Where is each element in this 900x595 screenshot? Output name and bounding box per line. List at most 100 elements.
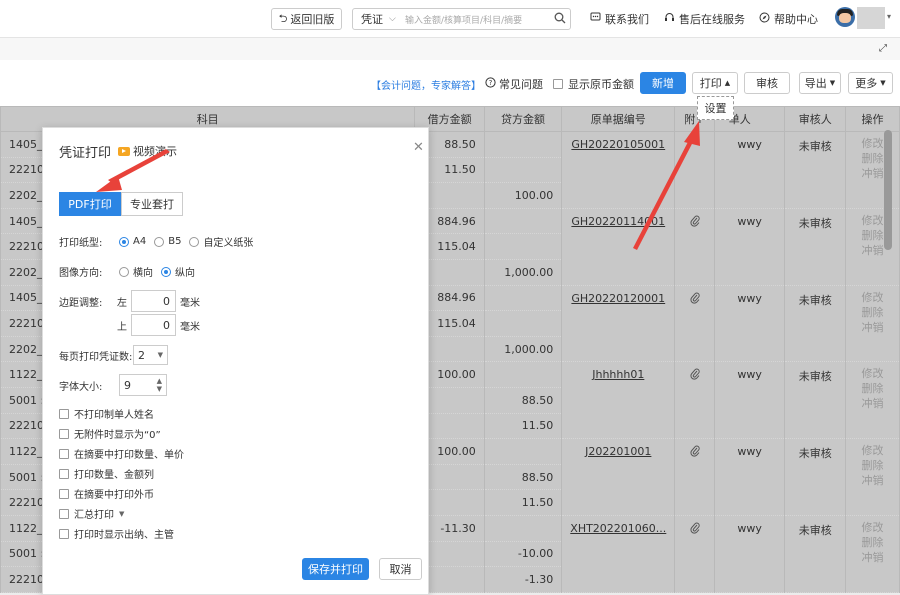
per-page-select[interactable]: 2 ▼ xyxy=(133,345,168,365)
cell-auditor: 未审核 xyxy=(784,285,847,363)
reverse-link[interactable]: 冲销 xyxy=(854,550,891,565)
edit-link[interactable]: 修改 xyxy=(854,520,891,535)
cell-maker: wwy xyxy=(713,131,786,209)
checkbox-icon[interactable] xyxy=(59,488,69,499)
save-and-print-button[interactable]: 保存并打印 xyxy=(302,558,369,580)
checkbox-icon[interactable] xyxy=(553,79,563,89)
delete-link[interactable]: 删除 xyxy=(854,535,891,550)
audit-button[interactable]: 审核 xyxy=(744,72,790,94)
orientation-landscape[interactable]: 横向 xyxy=(119,264,153,279)
reverse-link[interactable]: 冲销 xyxy=(854,320,891,335)
col-doc-no: 原单据编号 xyxy=(561,106,676,132)
radio-selected-icon[interactable] xyxy=(161,266,171,277)
more-button[interactable]: 更多 ▼ xyxy=(848,72,893,94)
option-show-cashier-supervisor[interactable]: 打印时显示出纳、主管 xyxy=(59,526,174,541)
cell-credit: 11.50 xyxy=(483,489,563,516)
radio-icon[interactable] xyxy=(154,236,165,247)
option-print-foreign-currency[interactable]: 在摘要中打印外币 xyxy=(59,486,154,501)
delete-link[interactable]: 删除 xyxy=(854,458,891,473)
back-to-old-version-button[interactable]: ⮌ 返回旧版 xyxy=(271,8,342,30)
cell-attachment[interactable] xyxy=(674,438,715,516)
video-demo-link[interactable]: 视频演示 xyxy=(118,143,177,159)
radio-icon[interactable] xyxy=(189,236,200,247)
cell-doc-no-link[interactable]: J202201001 xyxy=(561,438,676,516)
search-type-select[interactable]: 凭证 ⌵ xyxy=(353,11,401,27)
paper-option-a4[interactable]: A4 xyxy=(119,236,146,247)
orientation-portrait[interactable]: 纵向 xyxy=(161,264,195,279)
caret-down-icon[interactable]: ▼ xyxy=(119,510,124,518)
print-button[interactable]: 打印 ▲ xyxy=(692,72,738,94)
option-print-qty-price[interactable]: 在摘要中打印数量、单价 xyxy=(59,446,184,461)
cell-maker: wwy xyxy=(713,515,786,593)
paperclip-icon[interactable] xyxy=(689,292,700,307)
option-no-maker-name[interactable]: 不打印制单人姓名 xyxy=(59,406,154,421)
cell-doc-no-link[interactable]: Jhhhhh01 xyxy=(561,361,676,440)
cell-attachment[interactable] xyxy=(674,361,715,440)
voucher-search[interactable]: 凭证 ⌵ 输入金额/核算项目/科目/摘要 xyxy=(352,8,571,30)
stepper-arrows-icon[interactable]: ▲ ▼ xyxy=(157,377,162,393)
cell-doc-no-link[interactable]: GH20220114001 xyxy=(561,208,676,286)
cell-attachment[interactable] xyxy=(674,515,715,593)
close-icon[interactable]: ✕ xyxy=(413,140,424,155)
vertical-scrollbar[interactable] xyxy=(884,130,892,250)
paper-type-row: 打印纸型: A4 B5 自定义纸张 xyxy=(59,234,254,249)
option-summary-print[interactable]: 汇总打印 ▼ xyxy=(59,506,124,521)
checkbox-icon[interactable] xyxy=(59,468,69,479)
radio-icon[interactable] xyxy=(119,266,129,277)
checkbox-icon[interactable] xyxy=(59,448,69,459)
option-print-qty-amount-cols[interactable]: 打印数量、金额列 xyxy=(59,466,154,481)
after-sales-service-link[interactable]: 售后在线服务 xyxy=(664,11,745,27)
tab-pdf-print[interactable]: PDF打印 xyxy=(59,192,121,216)
search-icon[interactable] xyxy=(550,12,570,27)
faq-link[interactable]: ? 常见问题 xyxy=(485,76,543,92)
new-button[interactable]: 新增 xyxy=(640,72,686,94)
margin-top-row: 上 0 毫米 xyxy=(59,314,200,336)
user-name-box[interactable] xyxy=(857,7,885,29)
option-zero-attachment[interactable]: 无附件时显示为“0” xyxy=(59,426,161,441)
reverse-link[interactable]: 冲销 xyxy=(854,396,891,411)
paper-option-custom[interactable]: 自定义纸张 xyxy=(189,234,253,249)
paperclip-icon[interactable] xyxy=(689,445,700,460)
cell-attachment[interactable] xyxy=(674,285,715,363)
checkbox-icon[interactable] xyxy=(59,528,69,539)
cell-doc-no-link[interactable]: GH20220105001 xyxy=(561,131,676,209)
contact-us-link[interactable]: 联系我们 xyxy=(590,11,649,27)
delete-link[interactable]: 删除 xyxy=(854,381,891,396)
fullscreen-icon[interactable]: ⤢ xyxy=(879,43,887,54)
show-original-currency-checkbox[interactable]: 显示原币金额 xyxy=(553,76,634,92)
help-center-link[interactable]: 帮助中心 xyxy=(759,11,818,27)
cell-doc-no-link[interactable]: XHT202201060... xyxy=(561,515,676,593)
cell-maker: wwy xyxy=(713,285,786,363)
checkbox-icon[interactable] xyxy=(59,408,69,419)
cell-doc-no-link[interactable]: GH20220120001 xyxy=(561,285,676,363)
user-avatar[interactable] xyxy=(835,7,855,27)
cell-operations: 修改 删除 冲销 xyxy=(845,438,900,516)
expert-answer-link[interactable]: 【会计问题，专家解答】 xyxy=(371,77,481,92)
print-settings-menu-item[interactable]: 设置 xyxy=(697,96,734,120)
radio-selected-icon[interactable] xyxy=(119,236,129,247)
user-menu-chevron-icon[interactable]: ▾ xyxy=(887,12,891,21)
checkbox-icon[interactable] xyxy=(59,428,69,439)
edit-link[interactable]: 修改 xyxy=(854,366,891,381)
tab-professional-print[interactable]: 专业套打 xyxy=(121,192,183,216)
paper-option-b5[interactable]: B5 xyxy=(154,236,181,247)
export-button[interactable]: 导出 ▼ xyxy=(799,72,841,94)
col-auditor: 审核人 xyxy=(784,106,847,132)
search-input[interactable]: 输入金额/核算项目/科目/摘要 xyxy=(401,13,550,26)
per-page-row: 每页打印凭证数: 2 ▼ xyxy=(59,345,168,365)
cell-auditor: 未审核 xyxy=(784,131,847,209)
paperclip-icon[interactable] xyxy=(689,522,700,537)
cell-auditor: 未审核 xyxy=(784,208,847,286)
edit-link[interactable]: 修改 xyxy=(854,443,891,458)
checkbox-icon[interactable] xyxy=(59,508,69,519)
font-size-stepper[interactable]: 9 ▲ ▼ xyxy=(119,374,167,396)
paperclip-icon[interactable] xyxy=(689,368,700,383)
edit-link[interactable]: 修改 xyxy=(854,290,891,305)
delete-link[interactable]: 删除 xyxy=(854,305,891,320)
margin-top-input[interactable]: 0 xyxy=(131,314,176,336)
paperclip-icon[interactable] xyxy=(689,215,700,230)
cancel-button[interactable]: 取消 xyxy=(379,558,422,580)
reverse-link[interactable]: 冲销 xyxy=(854,473,891,488)
margin-left-input[interactable]: 0 xyxy=(131,290,176,312)
cell-attachment[interactable] xyxy=(674,208,715,286)
